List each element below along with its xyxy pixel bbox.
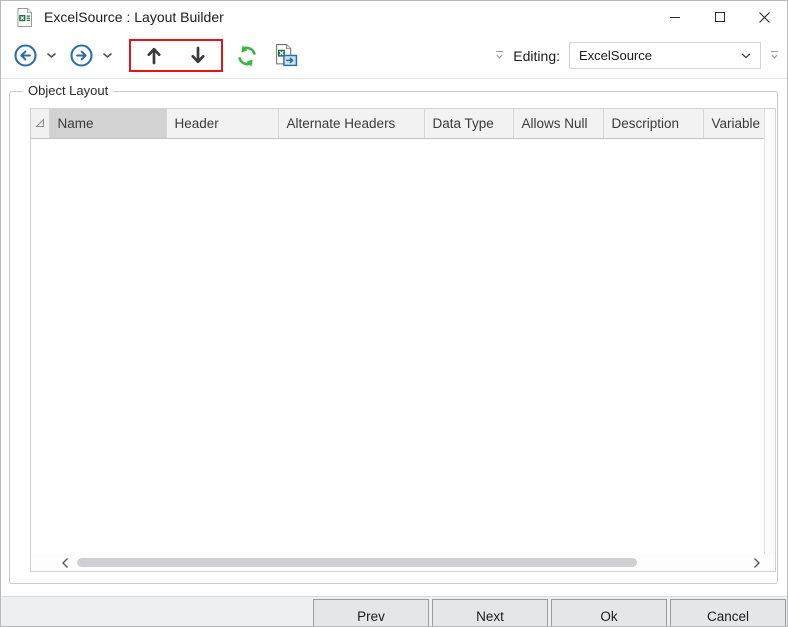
back-dropdown[interactable] [44,50,59,61]
chevron-down-icon [741,53,751,59]
move-up-button[interactable] [144,44,164,67]
horizontal-scrollbar-thumb[interactable] [77,558,637,567]
column-header-alternate-headers[interactable]: Alternate Headers [278,109,424,138]
scroll-left-button[interactable] [59,557,71,569]
prev-button[interactable]: Prev [313,599,429,627]
circle-arrow-left-icon [13,43,38,68]
scroll-right-button[interactable] [751,557,763,569]
refresh-icon [235,44,259,68]
chevron-down-icon [46,52,57,59]
forward-button[interactable] [67,41,96,70]
forward-dropdown[interactable] [100,50,115,61]
minimize-button[interactable] [652,1,697,33]
arrow-down-icon [190,46,206,65]
column-header-variable[interactable]: Variable [703,109,765,138]
editing-label: Editing: [513,48,560,64]
close-icon [758,11,771,24]
window-title: ExcelSource : Layout Builder [44,9,224,25]
column-header-header[interactable]: Header [166,109,278,138]
object-layout-table: NameHeaderAlternate HeadersData TypeAllo… [31,109,766,139]
move-buttons-highlight-box [129,39,223,72]
column-header-data-type[interactable]: Data Type [424,109,513,138]
overflow-grip-icon [495,50,504,61]
corner-triangle-icon [35,118,45,128]
column-header-name[interactable]: Name [49,109,166,138]
minimize-icon [669,11,681,23]
excel-file-icon [14,7,35,28]
next-button[interactable]: Next [432,599,548,627]
refresh-button[interactable] [233,42,261,70]
groupbox-label: Object Layout [23,83,113,98]
vertical-scrollbar[interactable] [764,109,775,554]
ok-button[interactable]: Ok [551,599,667,627]
excel-export-icon [273,43,298,68]
editing-combobox-value: ExcelSource [579,48,652,63]
select-all-corner[interactable] [31,109,49,138]
chevron-left-icon [61,557,69,569]
layout-grid: NameHeaderAlternate HeadersData TypeAllo… [30,108,776,572]
export-excel-button[interactable] [271,41,300,70]
editing-section: Editing: ExcelSource [495,42,787,69]
circle-arrow-right-icon [69,43,94,68]
overflow-grip-icon [770,50,779,61]
toolbar-overflow-grip[interactable] [495,50,504,61]
header-row: NameHeaderAlternate HeadersData TypeAllo… [31,109,765,138]
arrow-up-icon [146,46,162,65]
cancel-button[interactable]: Cancel [670,599,786,627]
close-button[interactable] [742,1,787,33]
column-header-allows-null[interactable]: Allows Null [513,109,603,138]
object-layout-groupbox: Object Layout NameHeaderAlternate Header… [9,91,778,584]
toolbar: Editing: ExcelSource [1,33,787,79]
horizontal-scrollbar[interactable] [31,554,775,571]
column-header-description[interactable]: Description [603,109,703,138]
editing-combobox[interactable]: ExcelSource [569,42,761,69]
window-controls [652,1,787,33]
maximize-button[interactable] [697,1,742,33]
move-down-button[interactable] [188,44,208,67]
chevron-right-icon [753,557,761,569]
title-bar: ExcelSource : Layout Builder [1,1,787,33]
toolbar-overflow-grip[interactable] [770,50,779,61]
maximize-icon [714,11,726,23]
footer-button-bar: Prev Next Ok Cancel [1,596,787,627]
dialog-window: ExcelSource : Layout Builder [0,0,788,627]
back-button[interactable] [11,41,40,70]
chevron-down-icon [102,52,113,59]
